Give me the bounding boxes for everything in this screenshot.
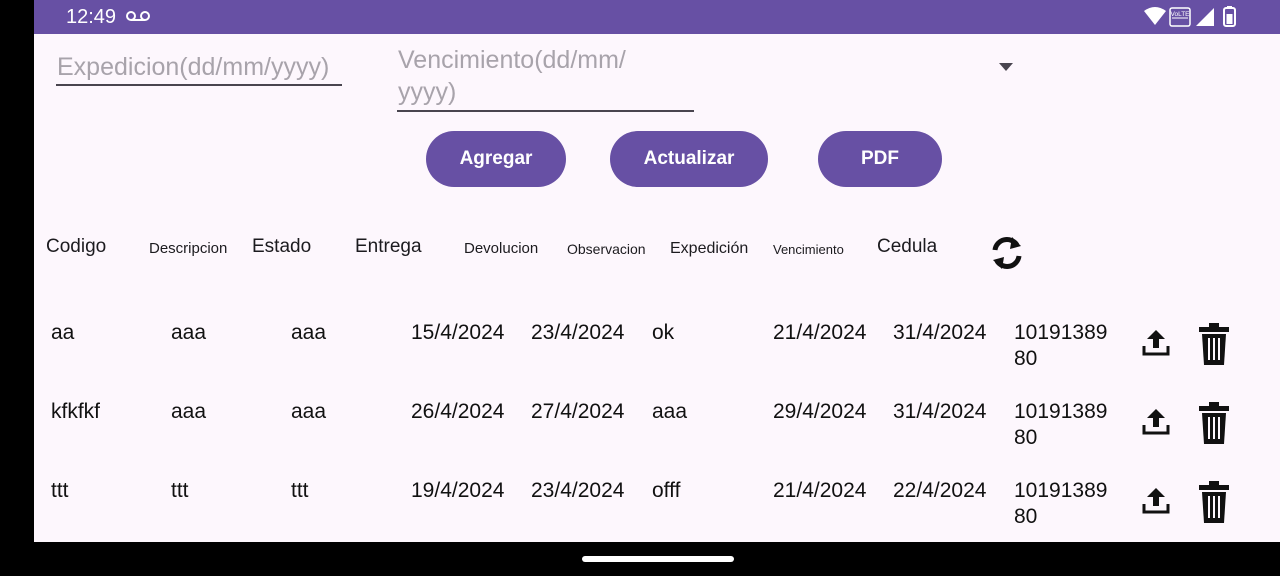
trash-icon[interactable] — [1198, 322, 1230, 366]
cedula-line2: 80 — [1014, 426, 1038, 449]
cell-expedicion: 29/4/2024 — [773, 400, 867, 423]
expedicion-field[interactable]: Expedicion(dd/mm/yyyy) — [57, 51, 343, 83]
upload-icon[interactable] — [1142, 486, 1170, 514]
vencimiento-field[interactable]: Vencimiento(dd/mm/ yyyy) — [398, 44, 698, 108]
cell-cedula: 10191389 80 — [1014, 478, 1107, 530]
status-bar: 12:49 VoLTE — [34, 0, 1280, 34]
app-screen: Expedicion(dd/mm/yyyy) Vencimiento(dd/mm… — [34, 34, 1280, 542]
cell-observacion: offf — [652, 479, 681, 502]
cedula-line1: 10191389 — [1014, 400, 1108, 423]
cell-vencimiento: 31/4/2024 — [893, 400, 987, 423]
cell-estado: ttt — [291, 479, 309, 502]
cell-estado: aaa — [291, 321, 327, 344]
cell-devolucion: 23/4/2024 — [531, 479, 625, 502]
trash-icon[interactable] — [1198, 480, 1230, 524]
cell-descripcion: aaa — [171, 321, 207, 344]
cedula-line2: 80 — [1014, 347, 1038, 370]
cell-expedicion: 21/4/2024 — [773, 479, 867, 502]
cell-codigo: kfkfkf — [51, 400, 101, 423]
cell-descripcion: aaa — [171, 400, 207, 423]
status-time: 12:49 — [66, 6, 117, 28]
cell-entrega: 15/4/2024 — [411, 321, 505, 344]
cell-codigo: aa — [51, 321, 75, 344]
wifi-icon — [1144, 7, 1166, 25]
cell-observacion: ok — [652, 321, 675, 344]
expedicion-underline — [56, 84, 342, 86]
upload-icon[interactable] — [1142, 407, 1170, 435]
expedicion-placeholder: Expedicion(dd/mm/yyyy) — [57, 53, 330, 81]
trash-icon[interactable] — [1198, 401, 1230, 445]
gesture-nav-handle[interactable] — [582, 556, 734, 562]
cell-cedula: 10191389 80 — [1014, 320, 1107, 372]
signal-icon — [1196, 8, 1214, 26]
header-cedula: Cedula — [877, 236, 938, 257]
header-entrega: Entrega — [355, 236, 422, 257]
cedula-line1: 10191389 — [1014, 321, 1108, 344]
cell-vencimiento: 22/4/2024 — [893, 479, 987, 502]
upload-icon[interactable] — [1142, 328, 1170, 356]
svg-text:VoLTE: VoLTE — [1170, 11, 1190, 18]
header-devolucion: Devolucion — [464, 240, 539, 257]
cell-cedula: 10191389 80 — [1014, 399, 1107, 451]
vencimiento-placeholder-line1: Vencimiento(dd/mm/ — [398, 46, 626, 74]
header-codigo: Codigo — [46, 236, 107, 257]
cell-devolucion: 27/4/2024 — [531, 400, 625, 423]
pdf-button[interactable]: PDF — [818, 131, 942, 187]
cell-codigo: ttt — [51, 479, 69, 502]
cell-entrega: 26/4/2024 — [411, 400, 505, 423]
header-estado: Estado — [252, 236, 312, 257]
cell-estado: aaa — [291, 400, 327, 423]
header-descripcion: Descripcion — [149, 240, 228, 257]
vencimiento-placeholder-line2: yyyy) — [398, 78, 457, 106]
status-icons: VoLTE — [1144, 6, 1236, 27]
cell-descripcion: ttt — [171, 479, 189, 502]
cedula-line2: 80 — [1014, 505, 1038, 528]
header-expedicion: Expedición — [670, 240, 749, 257]
agregar-button[interactable]: Agregar — [426, 131, 566, 187]
header-observacion: Observacion — [567, 241, 646, 257]
cell-expedicion: 21/4/2024 — [773, 321, 867, 344]
actualizar-button[interactable]: Actualizar — [610, 131, 768, 187]
refresh-icon[interactable] — [990, 234, 1024, 272]
cell-entrega: 19/4/2024 — [411, 479, 505, 502]
voicemail-icon — [126, 11, 150, 21]
cell-devolucion: 23/4/2024 — [531, 321, 625, 344]
caret-down-icon[interactable] — [998, 62, 1014, 72]
cell-vencimiento: 31/4/2024 — [893, 321, 987, 344]
header-vencimiento: Vencimiento — [773, 242, 844, 257]
vencimiento-underline — [397, 110, 694, 112]
cedula-line1: 10191389 — [1014, 479, 1108, 502]
cell-observacion: aaa — [652, 400, 688, 423]
